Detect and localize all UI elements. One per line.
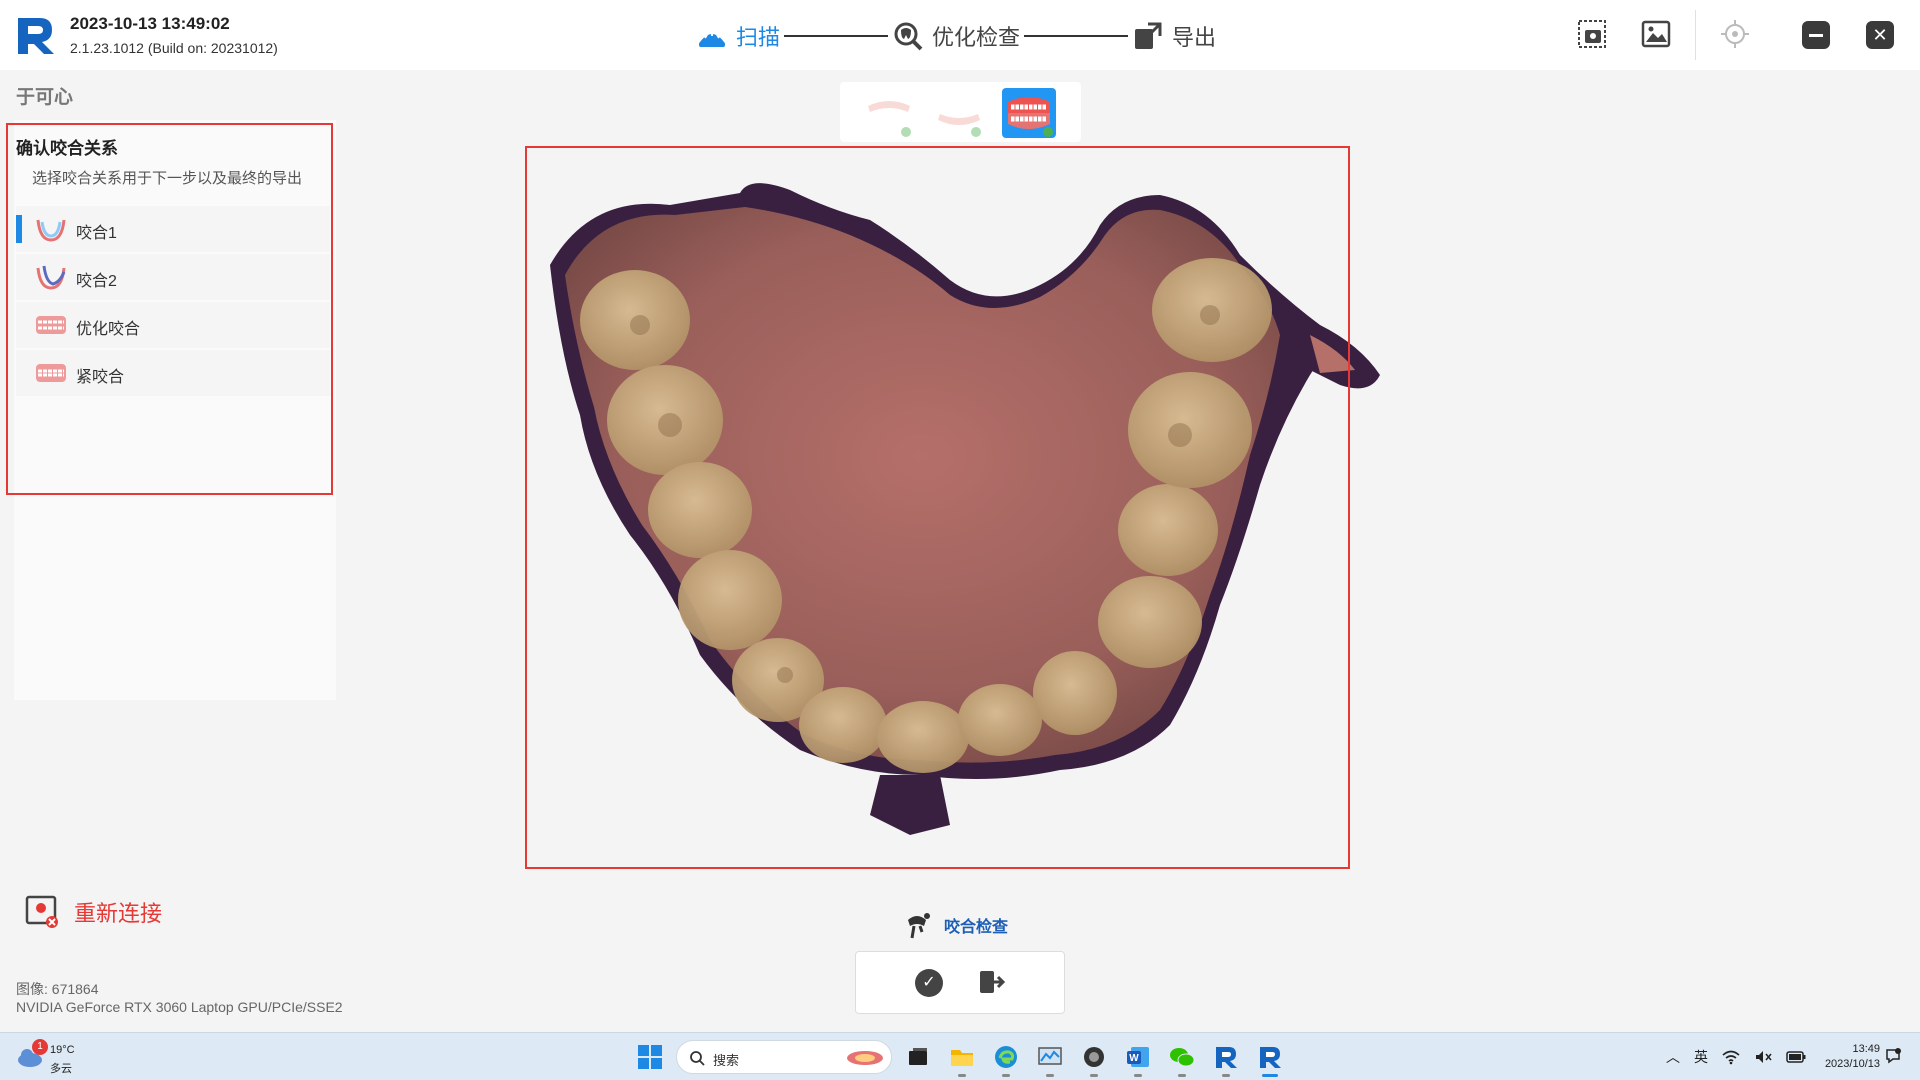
chart-monitor-icon	[1038, 1047, 1062, 1065]
occlusion-check-tool[interactable]: 咬合检查	[902, 910, 1008, 940]
close-button[interactable]: ✕	[1866, 21, 1894, 49]
system-tray: ︿ 英	[1666, 1045, 1806, 1069]
scanner-app-2[interactable]	[1256, 1043, 1284, 1077]
step-scan[interactable]: 扫描	[696, 20, 780, 52]
windows-start-icon[interactable]	[638, 1045, 662, 1069]
scanner-app-1[interactable]	[1212, 1043, 1240, 1077]
folder-icon	[951, 1050, 973, 1066]
occlusion-item-label: 咬合1	[76, 225, 117, 242]
occlusion-item-label: 紧咬合	[76, 369, 125, 386]
teeth-icon	[36, 316, 66, 334]
weather-temp: 19°C	[50, 1044, 75, 1056]
minimize-button[interactable]	[1802, 21, 1830, 49]
taskbar-search[interactable]: 搜索	[676, 1040, 892, 1074]
step-connector	[784, 35, 889, 37]
device-disconnected-icon	[25, 895, 58, 928]
workflow-steps: 扫描 优化检查 导出	[696, 16, 1216, 56]
reconnect-label: 重新连接	[74, 901, 163, 926]
check-icon: ✓	[922, 974, 936, 991]
ime-indicator[interactable]: 英	[1694, 1047, 1708, 1067]
battery-icon[interactable]	[1786, 1050, 1806, 1064]
chevron-up-icon[interactable]: ︿	[1666, 1047, 1680, 1067]
notification-icon[interactable]	[1884, 1047, 1902, 1065]
camera-app[interactable]	[1080, 1043, 1108, 1077]
scan-icon	[699, 30, 725, 47]
tooth-magnifier-icon	[894, 22, 923, 51]
screenshot-icon[interactable]	[1576, 18, 1608, 50]
header-separator	[1695, 10, 1696, 60]
step-export-label: 导出	[1172, 25, 1217, 50]
lower-jaw-thumbnail[interactable]	[932, 88, 986, 138]
app-logo-icon	[1260, 1047, 1281, 1068]
task-view-icon[interactable]	[904, 1043, 932, 1071]
file-explorer-app[interactable]	[948, 1043, 976, 1077]
title-bar: 2023-10-13 13:49:02 2.1.23.1012 (Build o…	[0, 0, 1920, 70]
svg-text:W: W	[1129, 1053, 1139, 1064]
occlusion-item-label: 咬合2	[76, 273, 117, 290]
export-icon	[1135, 22, 1162, 49]
patient-name: 于可心	[16, 87, 74, 108]
teeth-icon	[36, 364, 66, 382]
bite-icon	[36, 219, 66, 242]
occlusion-check-label: 咬合检查	[944, 919, 1009, 936]
bite-icon	[36, 265, 66, 290]
step-connector	[1024, 35, 1129, 37]
clock-date: 2023/10/13	[1824, 1058, 1880, 1070]
occlusion-item-tight[interactable]: 紧咬合	[16, 350, 330, 396]
bite-thumbnail[interactable]	[1002, 88, 1056, 138]
system-clock[interactable]: 13:49 2023/10/13	[1810, 1042, 1880, 1072]
wifi-icon[interactable]	[1722, 1049, 1740, 1065]
reconnect-button[interactable]: 重新连接	[24, 894, 162, 930]
occlusion-item-bite2[interactable]: 咬合2	[16, 254, 330, 300]
camera-icon	[1084, 1047, 1104, 1067]
step-optimize-label: 优化检查	[932, 25, 1021, 50]
search-icon	[690, 1051, 705, 1066]
monitor-app[interactable]	[1036, 1043, 1064, 1077]
occlusion-item-bite1[interactable]: 咬合1	[16, 206, 330, 252]
edge-icon	[995, 1046, 1017, 1068]
speaker-muted-icon[interactable]	[1754, 1049, 1772, 1065]
notification-badge: 1	[32, 1039, 48, 1055]
image-icon[interactable]	[1640, 18, 1672, 50]
taskbar: 1 19°C 多云 搜索 W ︿ 英 13:49 2023/10/13	[0, 1032, 1920, 1080]
word-icon: W	[1127, 1047, 1149, 1067]
wechat-icon	[1170, 1048, 1195, 1067]
search-placeholder: 搜索	[713, 1053, 740, 1068]
wechat-app[interactable]	[1168, 1043, 1196, 1077]
weather-condition: 多云	[50, 1063, 72, 1075]
app-logo-icon	[1216, 1047, 1237, 1068]
upper-jaw-thumbnail[interactable]	[862, 88, 916, 138]
occlusion-item-optimized[interactable]: 优化咬合	[16, 302, 330, 348]
image-count: 图像: 671864	[16, 981, 99, 997]
confirm-button[interactable]: ✓	[915, 969, 943, 997]
action-toolbar: ✓	[855, 951, 1065, 1014]
jaw-selector	[840, 82, 1081, 142]
occlusion-title: 确认咬合关系	[16, 139, 118, 158]
app-logo	[14, 14, 56, 56]
occlusion-subtitle: 选择咬合关系用于下一步以及最终的导出	[32, 170, 303, 187]
step-export[interactable]: 导出	[1132, 20, 1216, 52]
word-app[interactable]: W	[1124, 1043, 1152, 1077]
search-highlight-icon	[847, 1051, 883, 1065]
scan-highlight-box	[525, 146, 1350, 869]
step-optimize[interactable]: 优化检查	[892, 20, 1020, 52]
app-datetime: 2023-10-13 13:49:02	[70, 14, 230, 33]
occlusion-check-icon	[908, 913, 930, 939]
step-scan-label: 扫描	[736, 25, 781, 50]
gpu-info: NVIDIA GeForce RTX 3060 Laptop GPU/PCIe/…	[16, 999, 343, 1015]
selected-indicator	[16, 215, 22, 243]
close-icon: ✕	[1872, 25, 1888, 45]
clock-time: 13:49	[1852, 1043, 1880, 1055]
weather-widget[interactable]: 1 19°C 多云	[16, 1039, 96, 1075]
occlusion-item-label: 优化咬合	[76, 321, 141, 338]
edge-browser-app[interactable]	[992, 1043, 1020, 1077]
exit-icon[interactable]	[976, 967, 1006, 997]
app-version: 2.1.23.1012 (Build on: 20231012)	[70, 40, 278, 56]
target-icon[interactable]	[1719, 18, 1751, 50]
